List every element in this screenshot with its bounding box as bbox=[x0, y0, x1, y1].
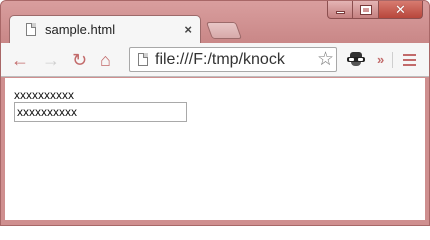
home-icon[interactable]: ⌂ bbox=[100, 50, 111, 70]
menu-hamburger-icon[interactable] bbox=[403, 54, 416, 66]
toolbar-separator bbox=[392, 52, 393, 68]
bookmark-star-icon[interactable]: ☆ bbox=[314, 49, 334, 71]
browser-window: ✕ sample.html × ← → ↻ ⌂ file:///F:/tmp/k… bbox=[0, 0, 430, 226]
extensions-overflow-icon[interactable]: » bbox=[377, 52, 384, 67]
page-icon bbox=[26, 23, 36, 36]
tab-close-icon[interactable]: × bbox=[184, 22, 192, 37]
tab-sample-html[interactable]: sample.html × bbox=[9, 15, 201, 43]
new-tab-button[interactable] bbox=[205, 22, 243, 39]
tab-title: sample.html bbox=[45, 22, 116, 37]
reload-icon[interactable]: ↻ bbox=[72, 50, 87, 70]
tab-content: sample.html bbox=[10, 16, 200, 43]
page-viewport: xxxxxxxxxx bbox=[5, 78, 425, 220]
address-bar[interactable]: file:///F:/tmp/knock ☆ bbox=[129, 47, 337, 72]
toolbar: ← → ↻ ⌂ file:///F:/tmp/knock ☆ » bbox=[1, 43, 429, 77]
back-arrow-icon[interactable]: ← bbox=[11, 50, 29, 70]
page-icon bbox=[138, 53, 148, 66]
minimize-icon bbox=[335, 10, 345, 14]
forward-arrow-icon[interactable]: → bbox=[42, 50, 60, 70]
tab-strip: sample.html × bbox=[1, 15, 429, 43]
text-input[interactable] bbox=[14, 102, 187, 122]
incognito-spy-icon[interactable] bbox=[347, 52, 365, 66]
page-text: xxxxxxxxxx bbox=[14, 88, 74, 102]
url-text[interactable]: file:///F:/tmp/knock bbox=[155, 51, 285, 69]
maximize-icon bbox=[359, 4, 372, 15]
